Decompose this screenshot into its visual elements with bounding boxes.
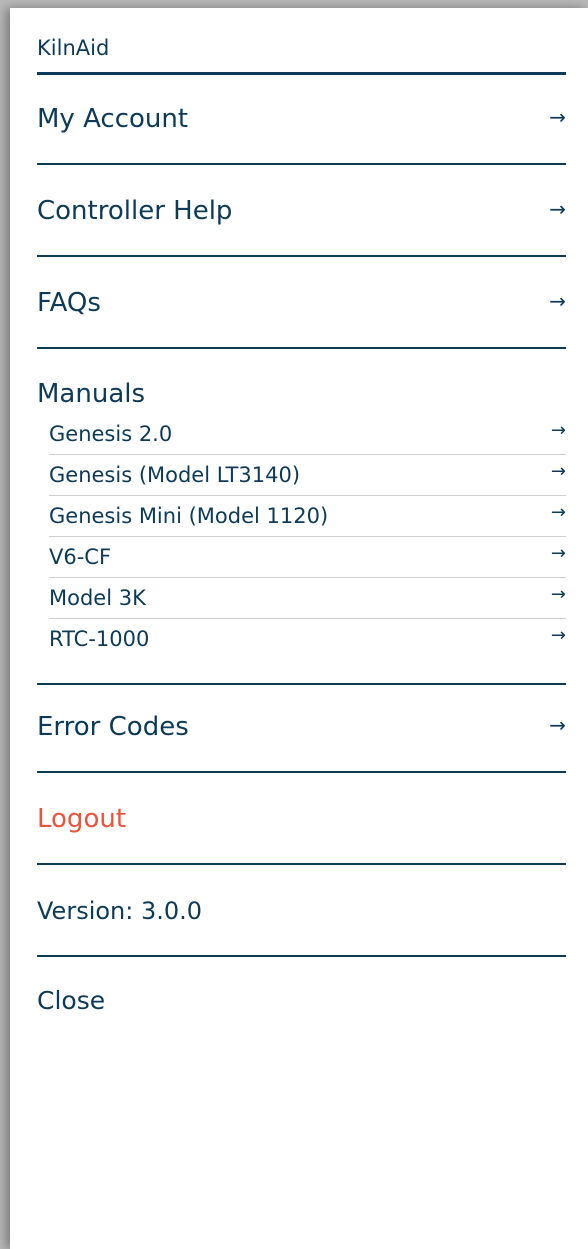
arrow-right-icon: → [550, 543, 566, 564]
manuals-list: Genesis 2.0 → Genesis (Model LT3140) → G… [49, 414, 566, 660]
manual-item-label: Genesis (Model LT3140) [49, 463, 301, 487]
version-info: Version: 3.0.0 [37, 867, 566, 957]
close-button[interactable]: Close [37, 986, 105, 1015]
menu-item-label: Error Codes [37, 712, 189, 742]
arrow-right-icon: → [550, 461, 566, 482]
manual-item-v6-cf[interactable]: V6-CF → [49, 537, 566, 578]
arrow-right-icon: → [550, 584, 566, 605]
manual-item-label: Model 3K [49, 586, 146, 610]
manual-item-label: V6-CF [49, 545, 112, 569]
arrow-right-icon: → [550, 420, 566, 441]
version-label: Version: 3.0.0 [37, 897, 203, 925]
menu-item-label: My Account [37, 104, 189, 134]
arrow-right-icon: → [550, 625, 566, 646]
arrow-right-icon: → [549, 289, 566, 313]
manual-item-genesis-2[interactable]: Genesis 2.0 → [49, 414, 566, 455]
manual-item-label: RTC-1000 [49, 627, 150, 651]
menu-item-controller-help[interactable]: Controller Help → [37, 167, 566, 257]
manual-item-genesis-mini[interactable]: Genesis Mini (Model 1120) → [49, 496, 566, 537]
menu-item-my-account[interactable]: My Account → [37, 75, 566, 165]
menu-item-faqs[interactable]: FAQs → [37, 259, 566, 349]
manual-item-model-3k[interactable]: Model 3K → [49, 578, 566, 619]
logout-button[interactable]: Logout [37, 775, 566, 865]
manual-item-label: Genesis Mini (Model 1120) [49, 504, 329, 528]
manual-item-rtc-1000[interactable]: RTC-1000 → [49, 619, 566, 660]
manual-item-label: Genesis 2.0 [49, 422, 173, 446]
arrow-right-icon: → [549, 713, 566, 737]
manual-item-genesis-lt3140[interactable]: Genesis (Model LT3140) → [49, 455, 566, 496]
manuals-heading: Manuals [37, 379, 146, 409]
arrow-right-icon: → [550, 502, 566, 523]
manuals-section: Manuals Genesis 2.0 → Genesis (Model LT3… [37, 353, 566, 685]
brand-title: KilnAid [37, 36, 110, 60]
arrow-right-icon: → [549, 105, 566, 129]
logout-label: Logout [37, 804, 127, 834]
arrow-right-icon: → [549, 197, 566, 221]
menu-item-error-codes[interactable]: Error Codes → [37, 683, 566, 773]
menu-item-label: FAQs [37, 288, 101, 318]
side-menu-panel: KilnAid My Account → Controller Help → F… [10, 8, 588, 1249]
menu-item-label: Controller Help [37, 196, 233, 226]
